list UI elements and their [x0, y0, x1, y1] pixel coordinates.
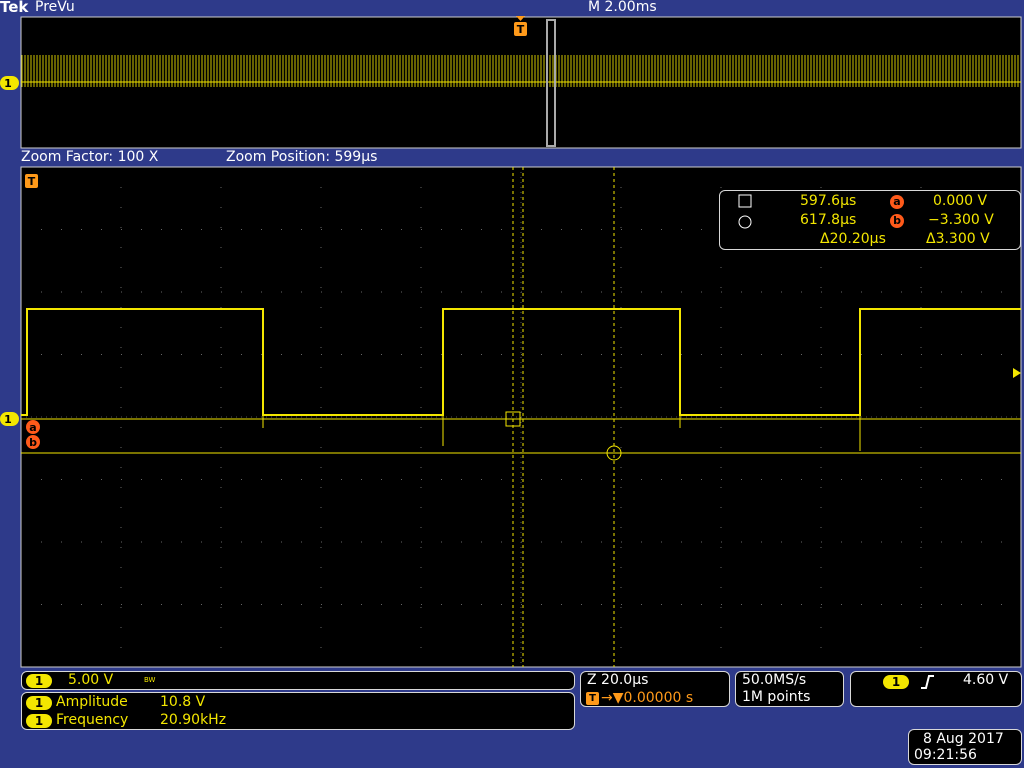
main-trigger-glyph: T — [28, 175, 36, 188]
cursor-b-time: 617.8µs — [800, 212, 857, 228]
overview-ch1-label: 1 — [4, 77, 12, 90]
meas1-channel-chip: 1 — [26, 696, 52, 710]
overview-trigger-glyph: T — [517, 23, 525, 36]
meas2-channel-chip: 1 — [26, 714, 52, 728]
datetime-readout: 8 Aug 2017 09:21:56 — [908, 729, 1022, 765]
record-length: 1M points — [742, 689, 811, 705]
cursor-readout: 597.6µs a 0.000 V 617.8µs b −3.300 V Δ20… — [719, 190, 1021, 250]
cursor-b-marker-label: b — [29, 436, 37, 449]
meas2-name: Frequency — [56, 712, 129, 728]
meas1-name: Amplitude — [56, 694, 128, 710]
ch1-volts-per-div: 5.00 V — [68, 672, 114, 688]
horizontal-readout[interactable]: Z 20.0µs T →▼0.00000 s — [580, 671, 730, 707]
cursor-a-square-icon — [738, 194, 752, 208]
meas2-value: 20.90kHz — [160, 712, 227, 728]
cursor-delta-time: Δ20.20µs — [820, 231, 886, 247]
meas1-value: 10.8 V — [160, 694, 206, 710]
bandwidth-limit-icon: BW — [144, 676, 156, 684]
trigger-level: 4.60 V — [963, 672, 1009, 688]
zoom-position: Zoom Position: 599µs — [226, 149, 378, 165]
zoom-scale: Z 20.0µs — [587, 672, 649, 688]
cursor-a-marker-label: a — [29, 421, 36, 434]
trigger-position-icon: T — [586, 692, 599, 705]
cursor-b-badge: b — [890, 214, 904, 228]
time: 09:21:56 — [914, 747, 977, 763]
rising-edge-icon — [921, 675, 934, 689]
ch1-chip: 1 — [26, 674, 52, 688]
channel-scale-readout[interactable]: 1 5.00 V BW — [21, 671, 575, 690]
cursor-a-badge: a — [890, 195, 904, 209]
measurement-panel[interactable]: 1 Amplitude 10.8 V 1 Frequency 20.90kHz — [21, 692, 575, 730]
zoom-factor: Zoom Factor: 100 X — [21, 149, 159, 165]
cursor-b-value: −3.300 V — [928, 212, 994, 228]
trigger-readout[interactable]: 1 4.60 V — [850, 671, 1022, 707]
cursor-b-circle-icon — [738, 215, 752, 229]
acquisition-readout[interactable]: 50.0MS/s 1M points — [735, 671, 844, 707]
date: 8 Aug 2017 — [923, 731, 1004, 747]
scope-display: T 1 T 1 a b — [0, 16, 1022, 668]
sample-rate: 50.0MS/s — [742, 672, 807, 688]
cursor-a-value: 0.000 V — [933, 193, 988, 209]
trigger-delay: →▼0.00000 s — [601, 690, 694, 706]
cursor-a-time: 597.6µs — [800, 193, 857, 209]
main-ch1-label: 1 — [4, 413, 12, 426]
trigger-source-chip: 1 — [883, 675, 909, 689]
cursor-delta-value: Δ3.300 V — [926, 231, 990, 247]
